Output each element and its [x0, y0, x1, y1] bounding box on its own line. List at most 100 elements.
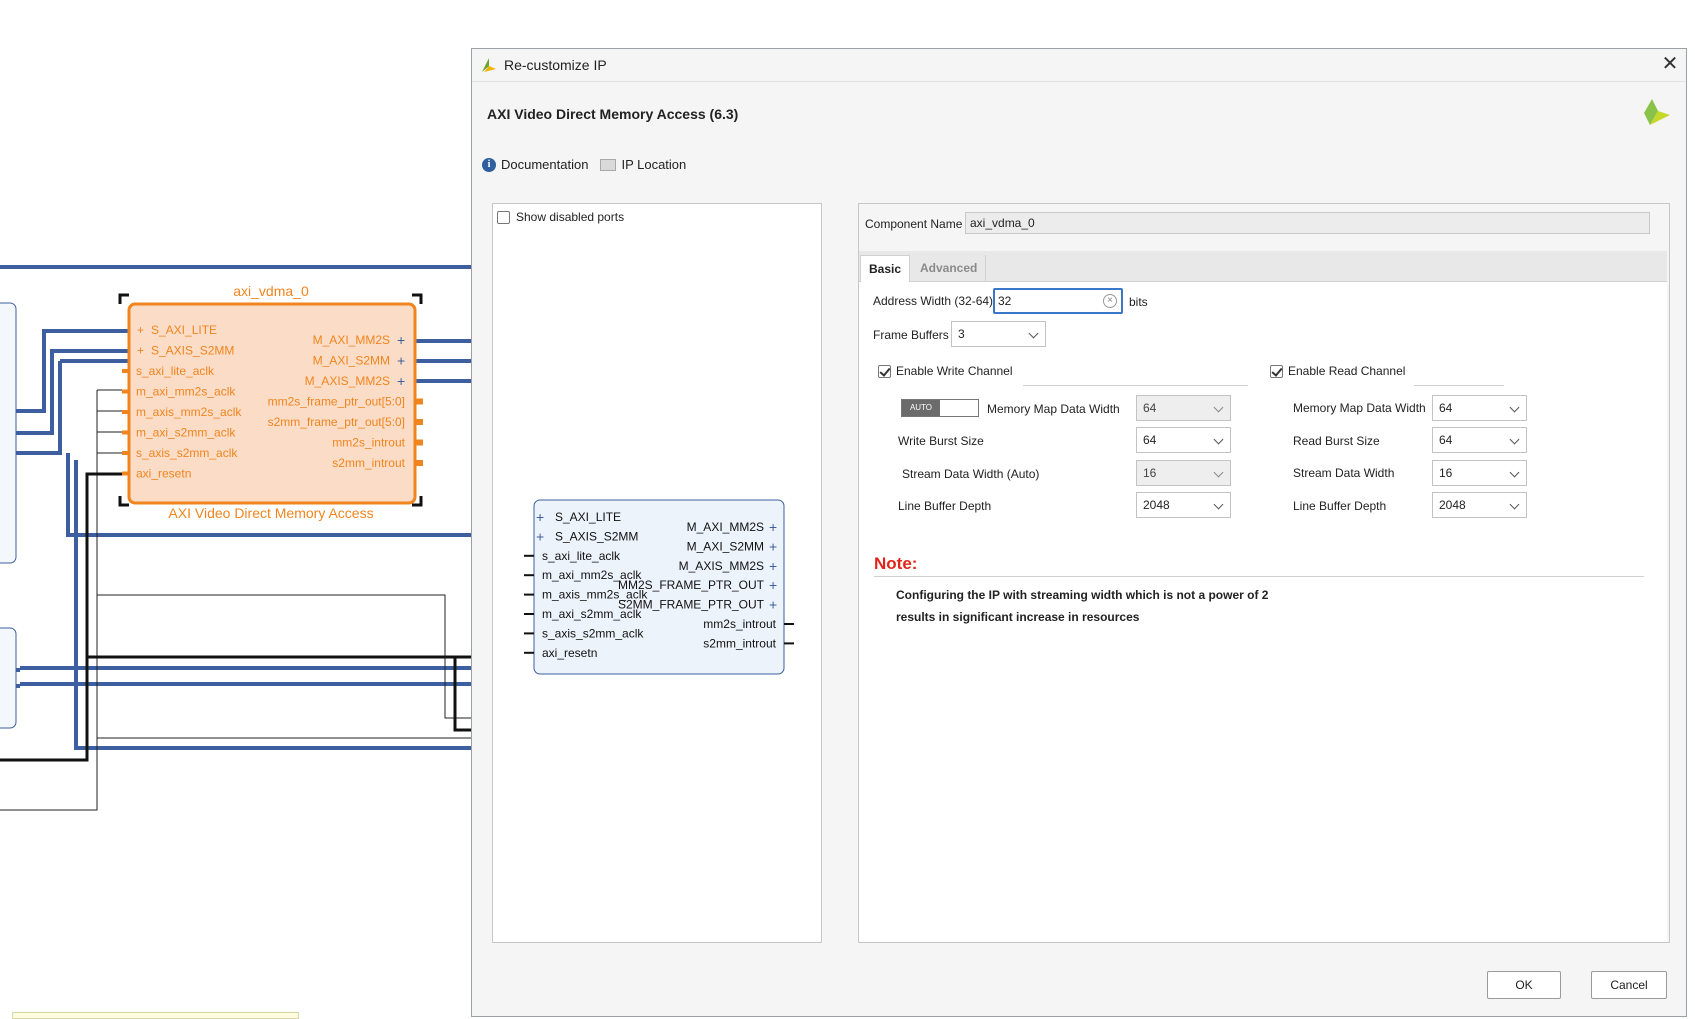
dialog-links: i Documentation IP Location — [482, 157, 686, 172]
enable-read-channel-option[interactable]: Enable Read Channel — [1270, 364, 1405, 378]
block-port-label[interactable]: S_AXIS_S2MM — [151, 344, 234, 358]
port-pin — [122, 389, 129, 394]
configuration-panel: Component Name Basic Advanced Address Wi… — [858, 203, 1670, 943]
symbol-port-label: S_AXI_LITE — [555, 510, 621, 524]
config-tabs: Basic Advanced — [859, 251, 1667, 282]
write-separator — [1023, 385, 1248, 386]
block-port-label[interactable]: mm2s_frame_ptr_out[5:0] — [268, 395, 405, 409]
write-line-buffer-value: 2048 — [1143, 498, 1170, 512]
enable-read-channel-label: Enable Read Channel — [1288, 364, 1406, 378]
port-pin — [122, 451, 129, 455]
symbol-port-label: axi_resetn — [542, 646, 597, 660]
block-port-label[interactable]: S_AXI_LITE — [151, 323, 217, 337]
write-mm-data-width-select[interactable]: 64 — [1136, 395, 1231, 421]
auto-toggle-knob: AUTO — [902, 400, 940, 416]
bus-expand-icon[interactable]: + — [397, 332, 405, 348]
ip-symbol-panel: Show disabled ports + S_AXI_LITE + S_AXIS_S… — [492, 203, 822, 943]
address-width-input[interactable]: 32 × — [993, 288, 1123, 314]
bus-expand-icon[interactable]: + — [397, 373, 405, 389]
tab-basic[interactable]: Basic — [860, 255, 911, 282]
ip-location-label: IP Location — [621, 157, 687, 172]
block-port-label[interactable]: M_AXI_S2MM — [313, 354, 390, 368]
frame-buffers-label: Frame Buffers — [873, 328, 949, 342]
read-burst-size-value: 64 — [1439, 433, 1453, 447]
read-mm-data-width-select[interactable]: 64 — [1432, 395, 1527, 421]
write-line-buffer-label: Line Buffer Depth — [898, 499, 992, 513]
read-mm-data-width-label: Memory Map Data Width — [1293, 401, 1426, 415]
dialog-title: Re-customize IP — [504, 57, 607, 73]
left-ip-block-bottom[interactable] — [0, 627, 17, 729]
info-icon: i — [482, 157, 496, 172]
block-port-label[interactable]: s_axis_s2mm_aclk — [136, 446, 238, 460]
symbol-port-label: mm2s_introut — [703, 617, 776, 631]
block-port-label[interactable]: m_axi_mm2s_aclk — [136, 385, 236, 399]
tab-advanced[interactable]: Advanced — [912, 255, 987, 281]
ip-location-link[interactable]: IP Location — [600, 157, 686, 172]
recustomize-ip-dialog: Re-customize IP ✕ AXI Video Direct Memor… — [471, 48, 1687, 1017]
block-port-label[interactable]: M_AXIS_MM2S — [305, 374, 390, 388]
symbol-port-label: s_axi_lite_aclk — [542, 549, 621, 563]
bus-expand-icon: + — [769, 577, 777, 593]
bus-expand-icon: + — [769, 597, 777, 613]
block-port-label[interactable]: s2mm_frame_ptr_out[5:0] — [268, 415, 405, 429]
documentation-link[interactable]: i Documentation — [482, 157, 588, 172]
ip-symbol-preview: + S_AXI_LITE+ S_AXIS_S2MMs_axi_lite_aclkm_… — [524, 499, 794, 675]
left-ip-block-top[interactable] — [0, 302, 17, 564]
block-port-label[interactable]: mm2s_introut — [332, 436, 405, 450]
note-separator — [874, 576, 1644, 577]
block-port-label[interactable]: s2mm_introut — [332, 456, 405, 470]
write-stream-width-label: Stream Data Width (Auto) — [902, 467, 1040, 481]
close-button[interactable]: ✕ — [1658, 53, 1682, 77]
bus-expand-icon: + — [536, 528, 544, 544]
component-name-input[interactable] — [965, 212, 1650, 234]
enable-write-channel-label: Enable Write Channel — [896, 364, 1013, 378]
block-port-label[interactable]: M_AXI_MM2S — [313, 333, 390, 347]
note-title: Note: — [874, 554, 918, 573]
block-port-label[interactable]: s_axi_lite_aclk — [136, 364, 215, 378]
chevron-down-icon — [1213, 434, 1224, 445]
frame-buffers-select[interactable]: 3 — [951, 321, 1046, 347]
bus-expand-icon: + — [769, 519, 777, 535]
block-port-label[interactable]: axi_resetn — [136, 467, 191, 481]
symbol-port-label: s_axis_s2mm_aclk — [542, 626, 644, 640]
block-instance-name: axi_vdma_0 — [233, 283, 309, 299]
read-stream-width-select[interactable]: 16 — [1432, 460, 1527, 486]
auto-toggle[interactable]: AUTO — [901, 399, 979, 417]
port-pin — [122, 369, 129, 373]
folder-icon — [600, 158, 617, 171]
port-pin — [122, 430, 129, 435]
port-pin — [415, 419, 423, 425]
read-stream-width-value: 16 — [1439, 466, 1453, 480]
write-burst-size-select[interactable]: 64 — [1136, 427, 1231, 453]
enable-read-channel-checkbox[interactable] — [1270, 364, 1283, 378]
symbol-port-label: M_AXI_MM2S — [687, 520, 764, 534]
dialog-header: AXI Video Direct Memory Access (6.3) — [472, 82, 1686, 142]
canvas-note-strip — [12, 1012, 299, 1019]
bus-expand-icon: + — [536, 509, 544, 525]
address-width-label: Address Width (32-64) — [873, 294, 994, 308]
symbol-port-label: M_AXIS_MM2S — [679, 559, 764, 573]
read-mm-data-width-value: 64 — [1439, 401, 1453, 415]
read-burst-size-select[interactable]: 64 — [1432, 427, 1527, 453]
bus-expand-icon[interactable]: + — [397, 353, 405, 369]
block-port-label[interactable]: m_axis_mm2s_aclk — [136, 405, 242, 419]
documentation-label: Documentation — [501, 157, 589, 172]
enable-write-channel-option[interactable]: Enable Write Channel — [878, 364, 1013, 378]
clear-icon[interactable]: × — [1103, 294, 1117, 308]
ip-title: AXI Video Direct Memory Access (6.3) — [487, 106, 739, 122]
block-port-label[interactable]: m_axi_s2mm_aclk — [136, 426, 236, 440]
write-line-buffer-select[interactable]: 2048 — [1136, 492, 1231, 518]
note-line-1: Configuring the IP with streaming width … — [896, 588, 1269, 602]
enable-write-channel-checkbox[interactable] — [878, 364, 891, 378]
dialog-titlebar[interactable]: Re-customize IP ✕ — [472, 49, 1686, 82]
ok-button[interactable]: OK — [1487, 971, 1561, 999]
symbol-port-label: S_AXIS_S2MM — [555, 529, 638, 543]
cancel-button[interactable]: Cancel — [1591, 971, 1667, 999]
bus-expand-icon[interactable]: + — [137, 344, 144, 358]
symbol-port-label: MM2S_FRAME_PTR_OUT — [618, 578, 765, 592]
read-line-buffer-select[interactable]: 2048 — [1432, 492, 1527, 518]
vivado-brand-icon — [1644, 99, 1670, 125]
read-stream-width-label: Stream Data Width — [1293, 466, 1395, 480]
bus-expand-icon[interactable]: + — [137, 323, 144, 337]
write-stream-width-select[interactable]: 16 — [1136, 460, 1231, 486]
